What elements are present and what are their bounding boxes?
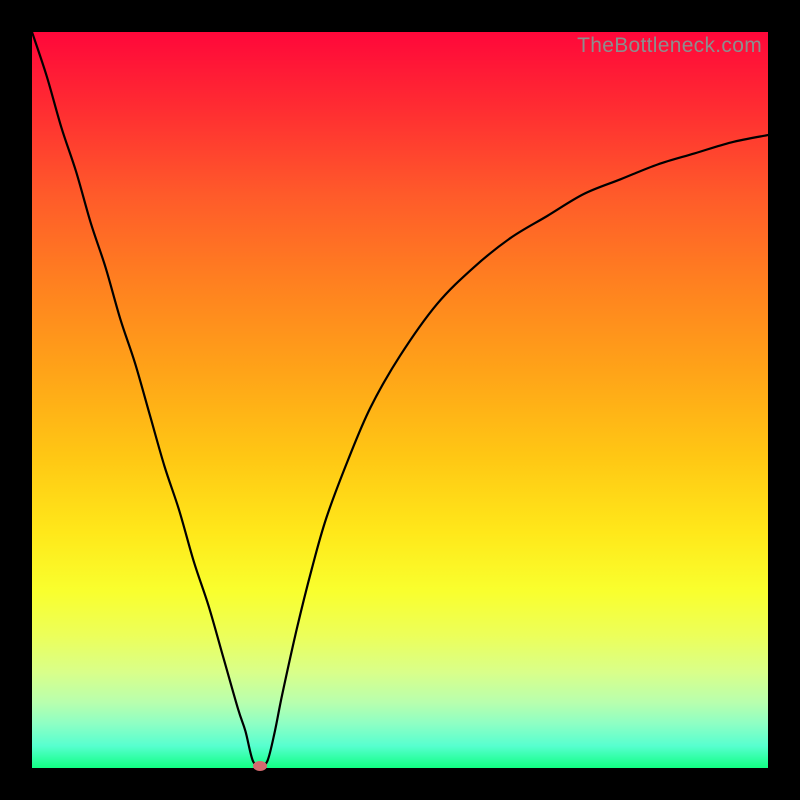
minimum-marker: [253, 761, 267, 771]
chart-frame: TheBottleneck.com: [0, 0, 800, 800]
plot-area: TheBottleneck.com: [32, 32, 768, 768]
watermark-text: TheBottleneck.com: [577, 34, 762, 58]
bottleneck-curve: [32, 32, 768, 768]
